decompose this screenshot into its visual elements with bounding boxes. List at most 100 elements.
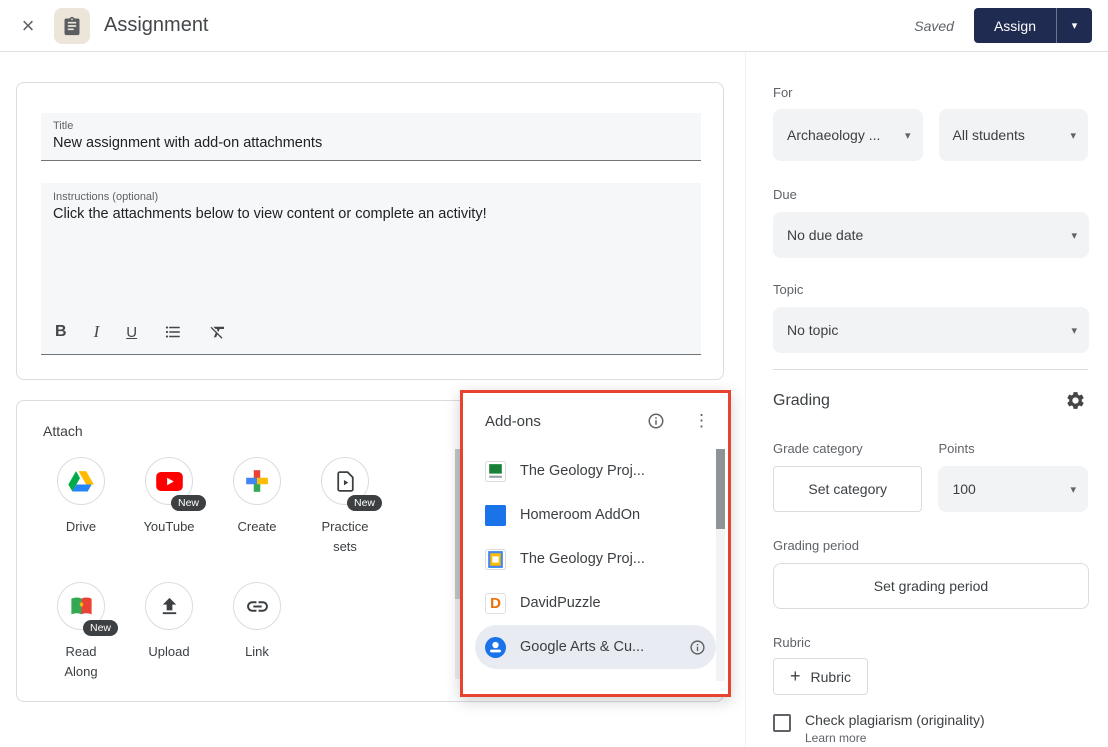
italic-button[interactable]: I	[94, 322, 100, 342]
underline-button[interactable]: U	[126, 324, 137, 341]
topic-select[interactable]: No topic ▾	[773, 307, 1089, 353]
addon-item-geology-2[interactable]: The Geology Proj...	[463, 537, 728, 581]
plagiarism-label: Check plagiarism (originality)	[805, 712, 985, 728]
attach-option-read-along[interactable]: New Read Along	[37, 582, 125, 681]
upload-icon	[145, 582, 193, 630]
scrollbar-thumb[interactable]	[716, 449, 725, 529]
topic-value: No topic	[787, 322, 838, 338]
attach-option-drive[interactable]: Drive	[37, 457, 125, 537]
chevron-down-icon: ▾	[1070, 483, 1076, 496]
new-badge: New	[171, 495, 206, 511]
title-input[interactable]: New assignment with add-on attachments	[53, 135, 689, 151]
addons-list: The Geology Proj... Homeroom AddOn The G…	[463, 449, 728, 669]
new-badge: New	[83, 620, 118, 636]
attach-option-upload[interactable]: Upload	[125, 582, 213, 662]
addon-item-davidpuzzle[interactable]: D DavidPuzzle	[463, 581, 728, 625]
attach-option-label: Create	[237, 517, 276, 537]
create-plus-icon	[233, 457, 281, 505]
learn-more-link[interactable]: Learn more	[805, 731, 866, 745]
addons-popup: Add-ons ⋮ The Geology Proj... Homeroom A…	[460, 390, 731, 697]
info-icon	[689, 639, 706, 656]
due-date-value: No due date	[787, 227, 863, 243]
addon-item-homeroom[interactable]: Homeroom AddOn	[463, 493, 728, 537]
link-icon	[233, 582, 281, 630]
bulleted-list-icon	[164, 323, 182, 341]
addon-item-google-arts-culture[interactable]: Google Arts & Cu...	[475, 625, 716, 669]
clear-formatting-button[interactable]	[209, 323, 227, 341]
addon-label: DavidPuzzle	[520, 595, 601, 611]
addons-info-button[interactable]	[645, 410, 667, 432]
addons-title: Add-ons	[485, 413, 645, 430]
grade-category-select[interactable]: Set category	[773, 466, 922, 512]
instructions-input[interactable]: Click the attachments below to view cont…	[53, 206, 689, 222]
sidebar-divider	[773, 369, 1088, 370]
chevron-down-icon: ▾	[1071, 229, 1077, 242]
new-badge: New	[347, 495, 382, 511]
attach-option-label: Read Along	[48, 642, 114, 681]
bulleted-list-button[interactable]	[164, 323, 182, 341]
attach-grid: Drive New YouTube Create New	[37, 457, 457, 707]
geology-project-icon	[485, 549, 506, 570]
attach-option-practice-sets[interactable]: New Practice sets	[301, 457, 389, 556]
add-rubric-button[interactable]: + Rubric	[773, 658, 868, 695]
points-select[interactable]: 100 ▾	[938, 466, 1088, 512]
attach-option-youtube[interactable]: New YouTube	[125, 457, 213, 537]
attach-option-link[interactable]: Link	[213, 582, 301, 662]
bold-button[interactable]: B	[55, 323, 67, 341]
class-select[interactable]: Archaeology ... ▾	[773, 109, 923, 161]
grade-category-label: Grade category	[773, 441, 923, 456]
addons-more-options-button[interactable]: ⋮	[691, 409, 712, 433]
attach-option-label: Drive	[66, 517, 96, 537]
rubric-label: Rubric	[773, 635, 1088, 650]
plagiarism-checkbox[interactable]	[773, 714, 791, 732]
assignment-icon	[54, 8, 90, 44]
close-button[interactable]: ×	[10, 8, 46, 44]
grading-settings-button[interactable]	[1063, 388, 1088, 413]
davidpuzzle-icon: D	[485, 593, 506, 614]
attach-option-label: Link	[245, 642, 269, 662]
class-select-value: Archaeology ...	[787, 127, 880, 143]
assign-split-button: Assign ▾	[974, 8, 1092, 43]
grading-period-label: Grading period	[773, 538, 1088, 553]
chevron-down-icon: ▾	[1071, 324, 1077, 337]
topbar: × Assignment Saved Assign ▾	[0, 0, 1108, 52]
add-rubric-label: Rubric	[811, 669, 851, 685]
chevron-down-icon: ▾	[1070, 129, 1076, 142]
chevron-down-icon: ▾	[1072, 20, 1078, 32]
topic-label: Topic	[773, 282, 1088, 297]
instructions-label: Instructions (optional)	[53, 191, 689, 203]
geology-project-icon	[485, 461, 506, 482]
attach-option-create[interactable]: Create	[213, 457, 301, 537]
addons-scrollbar[interactable]	[716, 449, 725, 681]
drive-icon	[57, 457, 105, 505]
attach-option-label: Practice sets	[312, 517, 378, 556]
points-label: Points	[939, 441, 1089, 456]
assign-dropdown-button[interactable]: ▾	[1056, 8, 1092, 43]
addon-label: The Geology Proj...	[520, 463, 645, 479]
homeroom-addon-icon	[485, 505, 506, 526]
addon-label: Google Arts & Cu...	[520, 639, 644, 655]
chevron-down-icon: ▾	[905, 129, 911, 142]
addon-label: The Geology Proj...	[520, 551, 645, 567]
saved-status: Saved	[914, 18, 954, 34]
info-icon	[647, 412, 665, 430]
attach-option-label: YouTube	[143, 517, 194, 537]
due-label: Due	[773, 187, 1088, 202]
students-select-value: All students	[953, 127, 1025, 143]
addon-info-button[interactable]	[687, 637, 708, 658]
points-value: 100	[952, 481, 975, 497]
clear-formatting-icon	[209, 323, 227, 341]
for-label: For	[773, 85, 1088, 100]
students-select[interactable]: All students ▾	[939, 109, 1089, 161]
set-grading-period-button[interactable]: Set grading period	[773, 563, 1089, 609]
attach-label: Attach	[43, 423, 83, 439]
assign-button[interactable]: Assign	[974, 8, 1056, 43]
assignment-form-card: Title New assignment with add-on attachm…	[16, 82, 724, 380]
title-field[interactable]: Title New assignment with add-on attachm…	[41, 113, 701, 161]
assignment-editor-window: × Assignment Saved Assign ▾ Title New as…	[0, 0, 1108, 747]
due-date-select[interactable]: No due date ▾	[773, 212, 1089, 258]
instructions-field[interactable]: Instructions (optional) Click the attach…	[41, 183, 701, 355]
addon-item-geology-1[interactable]: The Geology Proj...	[463, 449, 728, 493]
addon-label: Homeroom AddOn	[520, 507, 640, 523]
title-label: Title	[53, 120, 689, 132]
